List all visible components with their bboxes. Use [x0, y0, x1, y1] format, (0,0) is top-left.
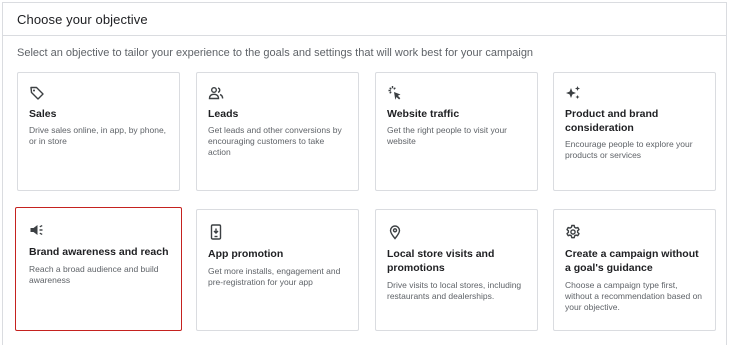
objective-card-app-promotion[interactable]: App promotion Get more installs, engagem…	[196, 209, 359, 331]
card-title: Create a campaign without a goal's guida…	[565, 248, 699, 274]
card-description: Get leads and other conversions by encou…	[208, 125, 342, 157]
people-icon	[208, 85, 224, 101]
panel-header: Choose your objective	[3, 3, 726, 36]
card-description: Choose a campaign type first, without a …	[565, 280, 703, 312]
objective-card-local-store[interactable]: Local store visits and promotions Drive …	[375, 209, 538, 331]
card-description: Drive visits to local stores, including …	[387, 280, 522, 301]
card-title: Leads	[208, 108, 239, 120]
gear-icon	[565, 224, 581, 240]
objective-card-website-traffic[interactable]: Website traffic Get the right people to …	[375, 72, 538, 191]
phone-icon	[208, 224, 224, 240]
page-title: Choose your objective	[17, 12, 148, 27]
objective-card-sales[interactable]: Sales Drive sales online, in app, by pho…	[17, 72, 180, 191]
card-title: Local store visits and promotions	[387, 248, 495, 274]
card-description: Get more installs, engagement and pre-re…	[208, 266, 341, 287]
card-title: Product and brand consideration	[565, 108, 659, 134]
card-title: Website traffic	[387, 108, 460, 120]
objective-card-no-goal[interactable]: Create a campaign without a goal's guida…	[553, 209, 716, 331]
location-pin-icon	[387, 224, 403, 240]
card-description: Reach a broad audience and build awarene…	[29, 264, 159, 285]
card-title: Brand awareness and reach	[29, 246, 169, 258]
card-description: Drive sales online, in app, by phone, or…	[29, 125, 167, 146]
objective-card-leads[interactable]: Leads Get leads and other conversions by…	[196, 72, 359, 191]
card-title: App promotion	[208, 248, 284, 260]
objective-card-product-brand[interactable]: Product and brand consideration Encourag…	[553, 72, 716, 191]
megaphone-icon	[29, 222, 45, 238]
objective-panel: Choose your objective Select an objectiv…	[2, 2, 727, 345]
click-icon	[387, 85, 403, 101]
sparkle-icon	[565, 85, 581, 101]
card-title: Sales	[29, 108, 57, 120]
card-description: Encourage people to explore your product…	[565, 139, 693, 160]
card-description: Get the right people to visit your websi…	[387, 125, 508, 146]
objective-card-brand-awareness[interactable]: Brand awareness and reach Reach a broad …	[15, 207, 182, 331]
tag-icon	[29, 85, 45, 101]
page-subtitle: Select an objective to tailor your exper…	[17, 47, 534, 59]
